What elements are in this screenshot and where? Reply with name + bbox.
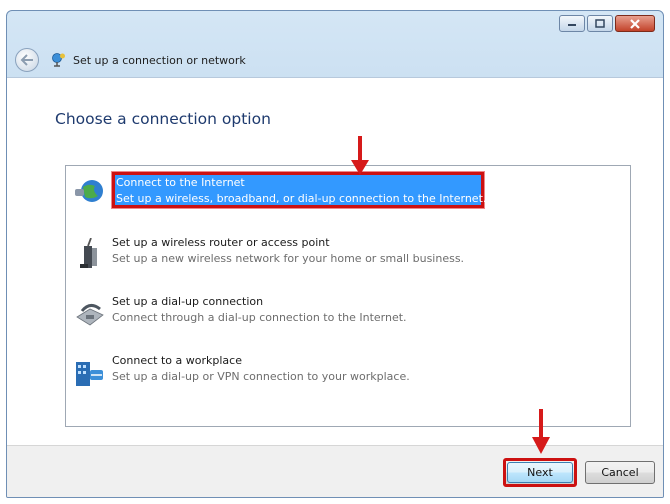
dialog-footer: Next Cancel <box>7 445 663 497</box>
maximize-button[interactable] <box>587 15 613 32</box>
cancel-button[interactable]: Cancel <box>585 461 655 484</box>
option-workplace[interactable]: Connect to a workplace Set up a dial-up … <box>72 350 624 400</box>
window-controls <box>559 15 655 32</box>
close-button[interactable] <box>615 15 655 32</box>
back-button[interactable] <box>15 48 39 72</box>
title-bar: Set up a connection or network <box>15 47 246 73</box>
maximize-icon <box>595 19 605 28</box>
option-description: Set up a new wireless network for your h… <box>112 252 465 265</box>
annotation-arrow-icon <box>351 136 369 175</box>
option-title: Connect to a workplace <box>112 354 242 367</box>
workplace-connection-icon <box>76 362 103 386</box>
option-title: Set up a wireless router or access point <box>112 236 330 249</box>
network-setup-icon <box>52 53 65 67</box>
globe-network-icon <box>75 180 103 202</box>
option-wireless-router[interactable]: Set up a wireless router or access point… <box>72 232 624 282</box>
window-title: Set up a connection or network <box>73 53 246 67</box>
cancel-button-label: Cancel <box>601 466 639 479</box>
minimize-icon <box>568 23 576 26</box>
dialog-window: Set up a connection or network Choose a … <box>6 10 664 498</box>
close-icon <box>630 18 640 29</box>
wireless-router-icon <box>80 238 97 268</box>
dialup-modem-icon <box>76 304 104 326</box>
option-title: Connect to the Internet <box>116 176 245 189</box>
connection-options-list: Connect to the Internet Set up a wireles… <box>65 165 631 427</box>
content-area: Choose a connection option Connect to th… <box>7 77 663 445</box>
option-dialup[interactable]: Set up a dial-up connection Connect thro… <box>72 291 624 341</box>
back-arrow-icon <box>20 54 33 66</box>
next-button[interactable]: Next <box>503 458 577 487</box>
option-description: Connect through a dial-up connection to … <box>112 311 407 324</box>
next-button-label: Next <box>527 466 553 479</box>
option-title: Set up a dial-up connection <box>112 295 264 308</box>
option-description: Set up a dial-up or VPN connection to yo… <box>112 370 410 383</box>
minimize-button[interactable] <box>559 15 585 32</box>
page-heading: Choose a connection option <box>55 110 271 128</box>
option-description: Set up a wireless, broadband, or dial-up… <box>116 192 487 205</box>
next-button-face: Next <box>507 462 573 483</box>
annotation-arrow-icon <box>532 409 550 454</box>
option-connect-internet[interactable]: Connect to the Internet Set up a wireles… <box>72 170 624 220</box>
